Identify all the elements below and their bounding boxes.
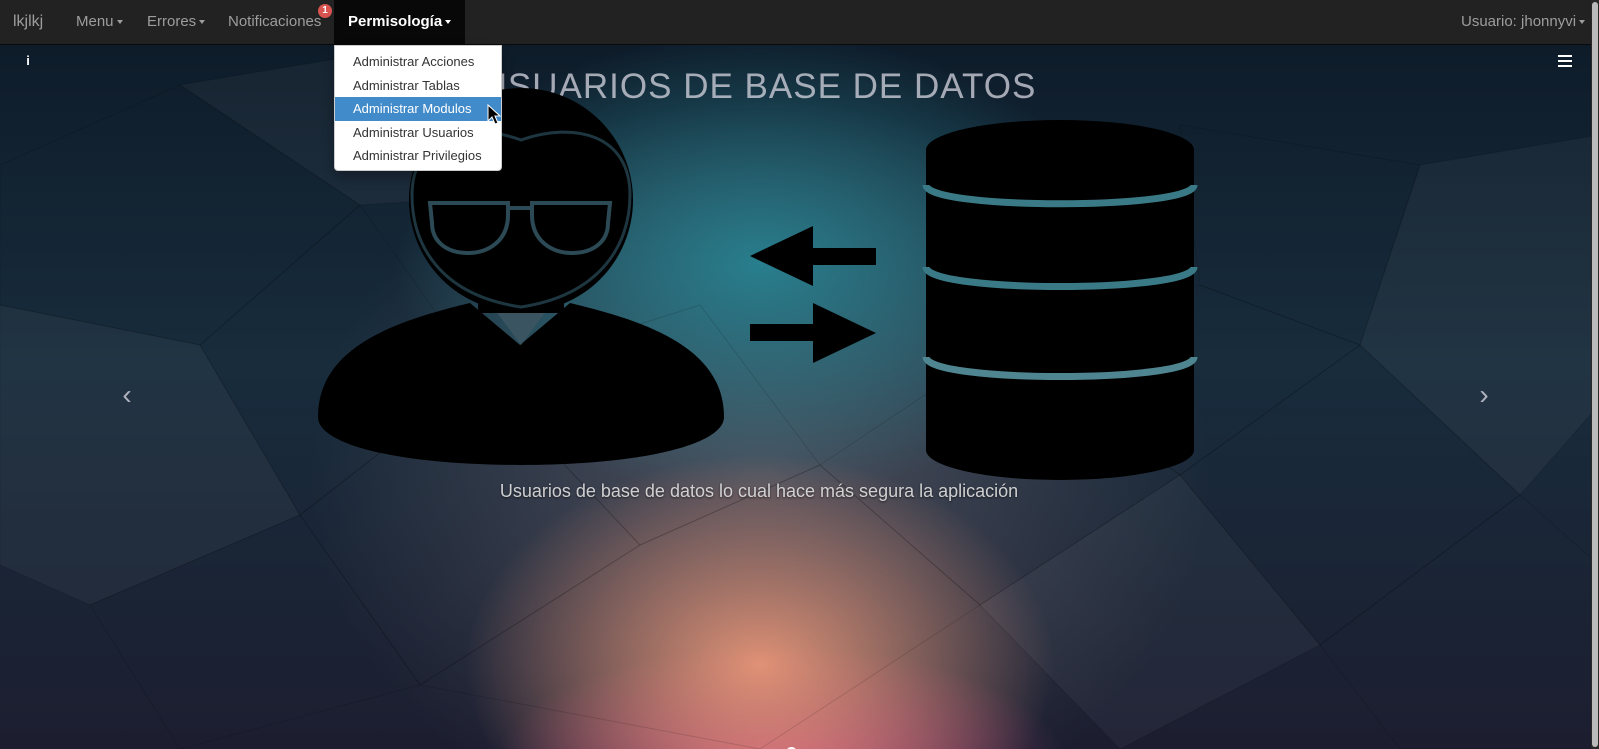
chevron-right-icon[interactable]: › [1474, 380, 1494, 410]
top-navbar: lkjlkj Menu Errores Notificaciones 1 Per… [0, 0, 1599, 45]
chevron-left-icon[interactable]: ‹ [117, 380, 137, 410]
menu-item-administrar-modulos[interactable]: Administrar Modulos [335, 97, 501, 121]
permisologia-label: Permisología [348, 13, 443, 30]
mouse-pointer-icon [487, 104, 501, 125]
caret-down-icon [445, 20, 452, 25]
menu-item-administrar-acciones[interactable]: Administrar Acciones [335, 50, 501, 74]
menu-dropdown[interactable]: Menu [76, 0, 123, 44]
user-dropdown[interactable]: Usuario: jhonnyvi [1461, 0, 1586, 44]
menu-label: Menu [76, 13, 114, 30]
carousel-indicators [734, 745, 853, 749]
errores-dropdown[interactable]: Errores [147, 0, 206, 44]
arrows-exchange-icon [750, 226, 876, 363]
brand-link[interactable]: lkjlkj [13, 0, 43, 44]
slide-caption: Usuarios de base de datos lo cual hace m… [499, 481, 1019, 501]
scrollbar-thumb[interactable] [1592, 2, 1598, 747]
errores-label: Errores [147, 13, 197, 30]
database-icon [922, 120, 1198, 480]
notificaciones-link[interactable]: Notificaciones [228, 0, 321, 44]
permisologia-dropdown[interactable]: Permisología [334, 0, 466, 44]
permisologia-menu: Administrar Acciones Administrar Tablas … [334, 45, 502, 171]
caret-down-icon [1579, 20, 1586, 25]
caret-down-icon [199, 20, 206, 25]
user-label: Usuario: jhonnyvi [1461, 13, 1577, 30]
carousel: i USUARIOS DE BASE DE DATOS ‹ › Usuarios… [0, 45, 1599, 749]
scrollbar[interactable] [1591, 0, 1599, 749]
notification-badge: 1 [318, 4, 332, 18]
caret-down-icon [116, 20, 123, 25]
slide-illustration [318, 88, 1198, 480]
menu-item-administrar-tablas[interactable]: Administrar Tablas [335, 74, 501, 98]
menu-item-administrar-privilegios[interactable]: Administrar Privilegios [335, 144, 501, 168]
menu-item-administrar-usuarios[interactable]: Administrar Usuarios [335, 121, 501, 145]
